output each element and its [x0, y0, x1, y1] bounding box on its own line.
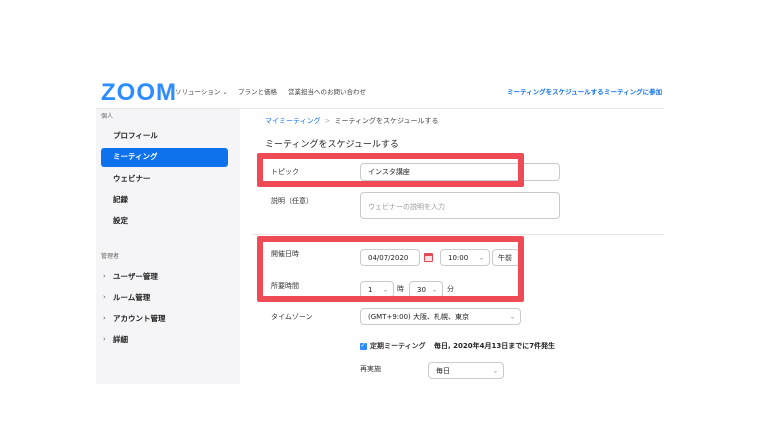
breadcrumb: マイミーティング > ミーティングをスケジュールする — [265, 117, 439, 126]
highlight-box-topic — [257, 153, 524, 187]
recurring-summary: 毎日, 2020年4月13日までに7件発生 — [434, 342, 556, 350]
nav-join-meeting[interactable]: ミーティングに参加 — [604, 88, 662, 96]
breadcrumb-separator: > — [324, 117, 331, 125]
timezone-select[interactable]: (GMT+9:00) 大阪、札幌、東京 ⌄ — [360, 308, 521, 325]
recurring-label[interactable]: 定期ミーティング — [370, 342, 426, 351]
description-textarea[interactable]: ウェビナーの説明を入力 — [360, 192, 560, 219]
sidebar-item-meetings[interactable]: ミーティング — [101, 148, 228, 167]
chevron-right-icon: › — [103, 335, 106, 343]
sidebar-item-user-management[interactable]: ユーザー管理 — [113, 272, 158, 282]
chevron-down-icon: ⌄ — [509, 313, 515, 320]
sidebar-item-meetings-label: ミーティング — [113, 152, 158, 161]
sidebar-item-recordings[interactable]: 記録 — [113, 195, 128, 205]
sidebar-heading-personal: 個人 — [101, 113, 114, 120]
chevron-right-icon: › — [103, 293, 106, 301]
timezone-select-value: (GMT+9:00) 大阪、札幌、東京 — [368, 312, 470, 321]
sidebar-item-advanced[interactable]: 詳細 — [113, 335, 128, 345]
section-divider — [252, 234, 664, 235]
nav-solutions[interactable]: ソリューション ⌄ — [175, 88, 228, 96]
recurrence-select-value: 毎日 — [436, 366, 450, 375]
recurrence-label: 再実施 — [360, 365, 381, 373]
recurrence-select[interactable]: 毎日 ⌄ — [428, 362, 504, 379]
timezone-label: タイムゾーン — [271, 313, 313, 321]
sidebar-item-account-management[interactable]: アカウント管理 — [113, 314, 166, 324]
sidebar-heading-admin: 管理者 — [101, 253, 120, 260]
sidebar-item-profile[interactable]: プロフィール — [113, 131, 158, 141]
description-placeholder: ウェビナーの説明を入力 — [368, 203, 445, 211]
zoom-logo[interactable]: ZOOM — [101, 81, 177, 105]
nav-schedule-meeting[interactable]: ミーティングをスケジュールする — [507, 88, 604, 96]
nav-plans[interactable]: プランと価格 — [238, 88, 277, 96]
nav-contact-sales[interactable]: 営業担当へのお問い合わせ — [288, 88, 366, 96]
chevron-right-icon: › — [103, 272, 106, 280]
description-label: 説明（任意） — [271, 197, 313, 205]
sidebar-item-webinars[interactable]: ウェビナー — [113, 174, 151, 184]
page-title: ミーティングをスケジュールする — [265, 140, 399, 150]
chevron-down-icon: ⌄ — [492, 367, 498, 374]
sidebar-item-room-management[interactable]: ルーム管理 — [113, 293, 150, 303]
chevron-right-icon: › — [103, 314, 106, 322]
sidebar-item-settings[interactable]: 設定 — [113, 216, 128, 226]
highlight-box-datetime — [257, 236, 524, 302]
recurring-checkbox[interactable] — [360, 341, 367, 350]
breadcrumb-current: ミーティングをスケジュールする — [334, 117, 439, 125]
breadcrumb-my-meetings-link[interactable]: マイミーティング — [265, 117, 321, 125]
